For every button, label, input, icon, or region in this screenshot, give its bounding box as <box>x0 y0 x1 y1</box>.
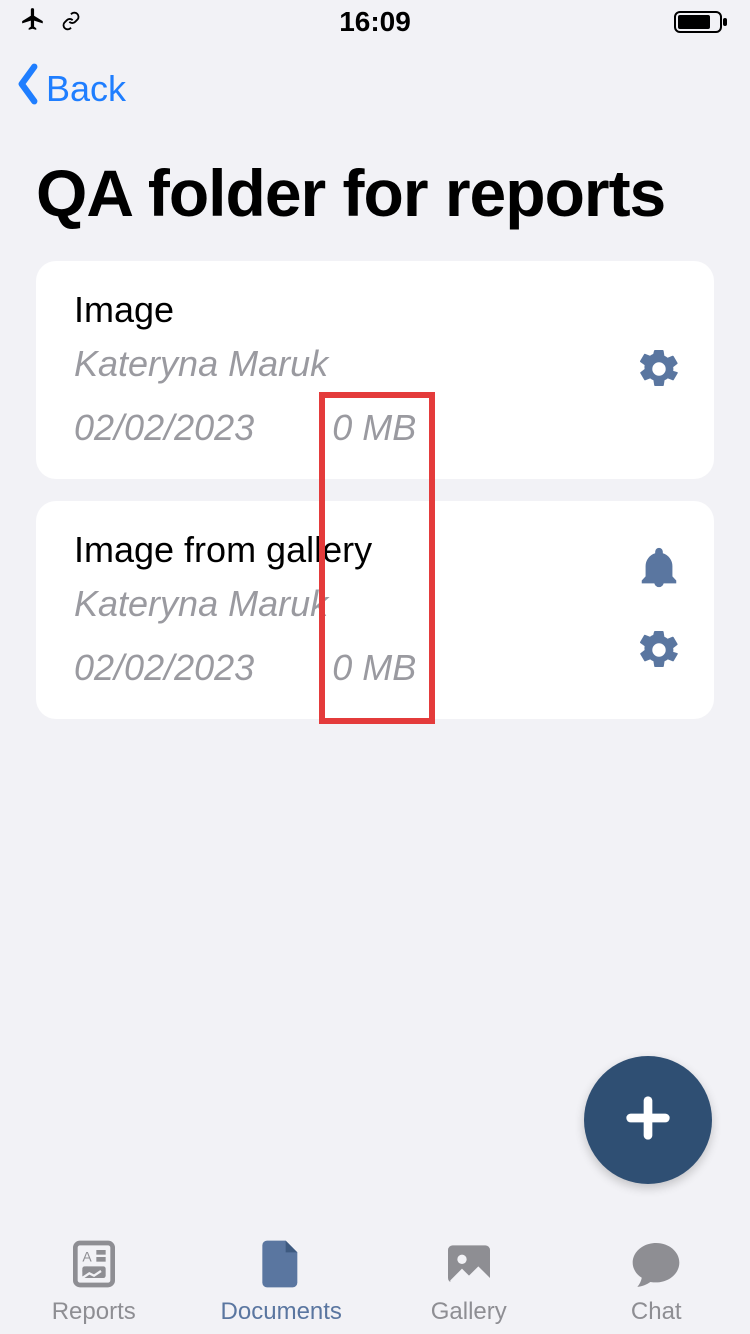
status-bar: 16:09 <box>0 0 750 44</box>
plus-icon <box>622 1092 674 1149</box>
item-title: Image <box>74 289 616 331</box>
documents-list: Image Kateryna Maruk 02/02/2023 0 MB Ima… <box>0 261 750 719</box>
chat-icon <box>628 1236 684 1292</box>
tab-chat[interactable]: Chat <box>563 1236 750 1326</box>
chevron-left-icon <box>14 62 42 115</box>
tab-label: Reports <box>52 1298 136 1326</box>
item-author: Kateryna Maruk <box>74 583 616 625</box>
item-date: 02/02/2023 <box>74 407 254 449</box>
item-size: 0 MB <box>332 647 416 689</box>
link-icon <box>56 6 86 38</box>
status-left <box>20 6 86 39</box>
gallery-icon <box>441 1236 497 1292</box>
tab-label: Documents <box>221 1298 342 1326</box>
add-button[interactable] <box>584 1056 712 1184</box>
tab-bar: A Reports Documents Gallery Chat <box>0 1214 750 1334</box>
list-item[interactable]: Image from gallery Kateryna Maruk 02/02/… <box>36 501 714 719</box>
back-button[interactable]: Back <box>0 44 750 115</box>
item-date: 02/02/2023 <box>74 647 254 689</box>
back-label: Back <box>46 68 126 110</box>
tab-label: Gallery <box>431 1298 507 1326</box>
item-title: Image from gallery <box>74 529 616 571</box>
list-item[interactable]: Image Kateryna Maruk 02/02/2023 0 MB <box>36 261 714 479</box>
tab-label: Chat <box>631 1298 682 1326</box>
gear-icon[interactable] <box>636 627 682 673</box>
item-size: 0 MB <box>332 407 416 449</box>
tab-documents[interactable]: Documents <box>188 1236 376 1326</box>
status-time: 16:09 <box>339 6 411 38</box>
airplane-mode-icon <box>20 6 46 39</box>
tab-gallery[interactable]: Gallery <box>375 1236 563 1326</box>
page-title: QA folder for reports <box>0 115 750 261</box>
status-battery <box>674 10 730 34</box>
report-icon: A <box>66 1236 122 1292</box>
tab-reports[interactable]: A Reports <box>0 1236 188 1326</box>
item-author: Kateryna Maruk <box>74 343 616 385</box>
svg-text:A: A <box>82 1249 92 1265</box>
document-icon <box>253 1236 309 1292</box>
gear-icon[interactable] <box>636 346 682 392</box>
bell-icon[interactable] <box>636 545 682 591</box>
